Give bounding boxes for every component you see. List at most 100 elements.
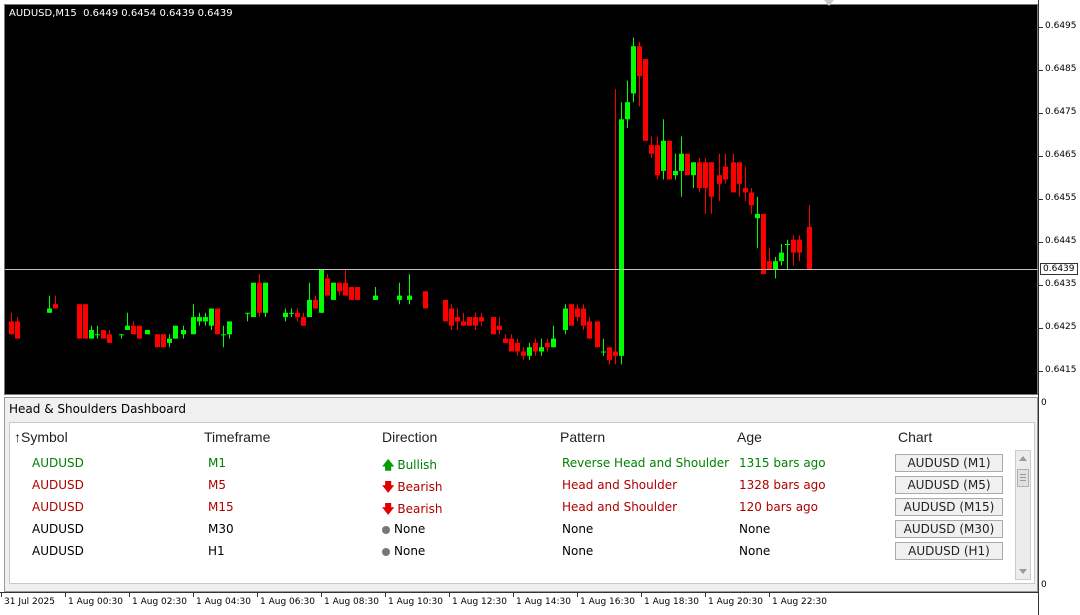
scroll-thumb[interactable] bbox=[1017, 469, 1029, 487]
row-age: 1328 bars ago bbox=[739, 478, 826, 492]
candle-body bbox=[373, 295, 378, 300]
row-direction-label: Bullish bbox=[397, 458, 438, 472]
candle-body bbox=[767, 261, 772, 270]
candle-body bbox=[407, 295, 412, 300]
open-chart-button[interactable]: AUDUSD (M15) bbox=[895, 498, 1003, 516]
candle-body bbox=[455, 317, 460, 322]
row-direction: 🡅 Bullish bbox=[382, 456, 437, 477]
row-direction-label: Bearish bbox=[397, 502, 443, 516]
candle-body bbox=[473, 317, 478, 326]
sort-up-arrow-icon: ↑ bbox=[14, 429, 21, 445]
candle-body bbox=[551, 338, 556, 348]
candle-body bbox=[283, 312, 288, 318]
candle-body bbox=[533, 342, 538, 352]
time-tick-label: 1 Aug 14:30 bbox=[513, 593, 571, 607]
candle-body bbox=[521, 351, 526, 356]
open-chart-button[interactable]: AUDUSD (H1) bbox=[895, 542, 1003, 560]
candle-body bbox=[181, 330, 186, 335]
subwindow-scale-top: 0 bbox=[1041, 398, 1047, 408]
subwindow-scale-bottom: 0 bbox=[1041, 580, 1047, 590]
candle-body bbox=[161, 334, 166, 348]
candle-body bbox=[101, 330, 106, 339]
header-age[interactable]: Age bbox=[737, 429, 762, 445]
candle-body bbox=[497, 325, 502, 330]
vertical-scrollbar[interactable] bbox=[1015, 450, 1031, 580]
candle-body bbox=[655, 145, 660, 176]
header-timeframe[interactable]: Timeframe bbox=[204, 429, 270, 445]
candle-body bbox=[107, 334, 112, 343]
time-axis[interactable]: 31 Jul 2025 1 Aug 00:30 1 Aug 02:30 1 Aug 0… bbox=[0, 592, 1038, 615]
candle-body bbox=[319, 269, 324, 313]
row-symbol: AUDUSD bbox=[32, 522, 84, 536]
row-symbol: AUDUSD bbox=[32, 500, 84, 514]
candle-body bbox=[289, 312, 294, 314]
candle-body bbox=[491, 317, 496, 335]
header-pattern[interactable]: Pattern bbox=[560, 429, 605, 445]
scroll-up-icon[interactable] bbox=[1019, 456, 1027, 461]
candle-body bbox=[53, 304, 58, 309]
candle-body bbox=[737, 162, 742, 184]
candle-body bbox=[251, 282, 256, 318]
chart-symbol-label: AUDUSD,M15 bbox=[9, 8, 77, 19]
row-age: 1315 bars ago bbox=[739, 456, 826, 470]
row-timeframe: M5 bbox=[208, 478, 226, 492]
candle-body bbox=[643, 59, 648, 141]
price-tick-label: 0.6425 bbox=[1039, 322, 1077, 332]
time-tick-label: 1 Aug 00:30 bbox=[65, 593, 123, 607]
candle-body bbox=[539, 347, 544, 352]
time-tick-label: 1 Aug 02:30 bbox=[129, 593, 187, 607]
candle-body bbox=[337, 282, 342, 292]
row-direction: 🡇 Bearish bbox=[382, 478, 442, 499]
row-age: None bbox=[739, 544, 771, 558]
candle-body bbox=[749, 192, 754, 206]
time-tick-label: 1 Aug 12:30 bbox=[449, 593, 507, 607]
time-tick-label: 1 Aug 06:30 bbox=[257, 593, 315, 607]
candle-body bbox=[443, 299, 448, 322]
candle-body bbox=[703, 162, 708, 189]
candle-body bbox=[145, 330, 150, 335]
candle-body bbox=[667, 140, 672, 180]
candle-body bbox=[221, 334, 226, 336]
candle-body bbox=[295, 312, 300, 318]
header-symbol[interactable]: ↑Symbol bbox=[14, 429, 68, 445]
scroll-down-icon[interactable] bbox=[1019, 569, 1027, 574]
candle-body bbox=[717, 175, 722, 184]
candle-body bbox=[9, 321, 14, 335]
candle-body bbox=[563, 308, 568, 330]
chart-ohlc-label: 0.6449 0.6454 0.6439 0.6439 bbox=[83, 8, 233, 19]
row-pattern: Reverse Head and Shoulder bbox=[562, 456, 730, 470]
candle-body bbox=[203, 317, 208, 322]
row-direction: None bbox=[382, 544, 425, 558]
dot-icon bbox=[382, 525, 390, 534]
header-chart[interactable]: Chart bbox=[898, 429, 932, 445]
candle-body bbox=[355, 287, 360, 300]
candle-body bbox=[773, 261, 778, 270]
time-tick-label: 1 Aug 22:30 bbox=[769, 593, 827, 607]
candle-body bbox=[723, 166, 728, 180]
candle-body bbox=[625, 102, 630, 120]
price-axis[interactable]: 0.6495 0.6485 0.6475 0.6465 0.6455 0.6445 0.64… bbox=[1038, 0, 1080, 615]
candle-body bbox=[313, 299, 318, 309]
header-direction[interactable]: Direction bbox=[382, 429, 437, 445]
time-tick-label: 1 Aug 10:30 bbox=[385, 593, 443, 607]
candle-body bbox=[569, 304, 574, 326]
candle-body bbox=[191, 317, 196, 335]
dot-icon bbox=[382, 547, 390, 556]
open-chart-button[interactable]: AUDUSD (M5) bbox=[895, 476, 1003, 494]
open-chart-button[interactable]: AUDUSD (M30) bbox=[895, 520, 1003, 538]
candle-body bbox=[515, 342, 520, 352]
price-tick-label: 0.6455 bbox=[1039, 193, 1077, 203]
candle-body bbox=[595, 321, 600, 348]
candle-body bbox=[449, 308, 454, 326]
candle-body bbox=[673, 170, 678, 176]
candle-body bbox=[545, 342, 550, 348]
shift-marker-icon[interactable] bbox=[824, 0, 834, 6]
price-tick-label: 0.6485 bbox=[1039, 64, 1077, 74]
candle-body bbox=[791, 239, 796, 253]
candle-body bbox=[95, 334, 100, 336]
candle-body bbox=[807, 226, 812, 270]
open-chart-button[interactable]: AUDUSD (M1) bbox=[895, 454, 1003, 472]
candle-body bbox=[755, 213, 760, 219]
row-timeframe: M15 bbox=[208, 500, 234, 514]
price-chart[interactable]: AUDUSD,M15 0.6449 0.6454 0.6439 0.6439 bbox=[4, 4, 1039, 395]
